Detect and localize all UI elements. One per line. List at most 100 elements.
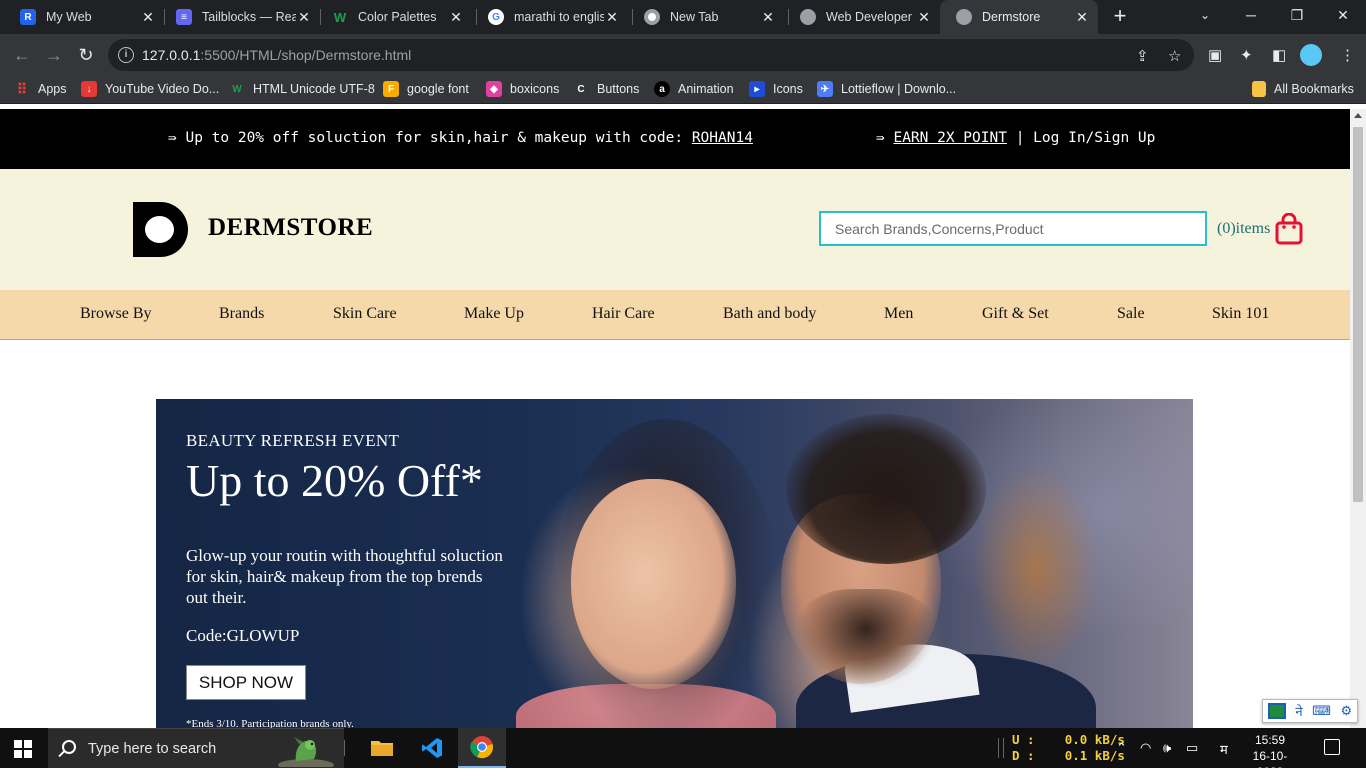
bookmark-item[interactable]: F google font (383, 81, 469, 97)
chrome-taskbar-icon[interactable] (458, 728, 506, 768)
input-tool-icon[interactable] (1267, 703, 1286, 719)
browser-tab[interactable]: New Tab ✕ (628, 0, 784, 34)
scrollbar-thumb[interactable] (1353, 127, 1363, 502)
promo-offer: ⇛ Up to 20% off soluction for skin,hair … (168, 130, 753, 146)
bookmark-item[interactable]: ▸ Icons (749, 81, 803, 97)
chevron-up-icon[interactable]: ⌃ (1116, 740, 1127, 756)
bookmark-item[interactable]: C Buttons (573, 81, 639, 97)
promo-code-link[interactable]: ROHAN14 (692, 130, 753, 146)
address-bar[interactable]: i 127.0.0.1:5500/HTML/shop/Dermstore.htm… (108, 39, 1194, 71)
browser-tab[interactable]: W Color Palettes ✕ (316, 0, 472, 34)
c-icon: C (577, 83, 585, 95)
hero-promo-code: Code:GLOWUP (186, 626, 300, 645)
close-icon[interactable]: ✕ (916, 9, 932, 26)
keyboard-icon[interactable]: ⌨ (1312, 703, 1331, 719)
language-toolbar[interactable]: ने ⌨ ⚙ (1262, 699, 1358, 723)
shop-now-button[interactable]: SHOP NOW (186, 665, 306, 700)
wifi-icon[interactable]: ◠ (1140, 740, 1151, 756)
bookmark-all[interactable]: All Bookmarks (1252, 81, 1354, 97)
tab-search-button[interactable]: ⌄ (1182, 0, 1228, 30)
taskbar-divider (344, 740, 345, 756)
menu-icon[interactable]: ⋮ (1340, 46, 1355, 64)
new-tab-button[interactable]: + (1108, 4, 1132, 28)
side-panel-icon[interactable]: ◧ (1272, 46, 1286, 64)
browser-toolbar: ← → ↻ i 127.0.0.1:5500/HTML/shop/Dermsto… (0, 34, 1366, 76)
cast-icon[interactable]: ▣ (1208, 46, 1222, 64)
battery-icon[interactable]: ▭ (1186, 740, 1198, 756)
back-button[interactable]: ← (10, 43, 34, 67)
login-link[interactable]: Log In/Sign Up (1033, 130, 1155, 146)
hero-banner: BEAUTY REFRESH EVENT Up to 20% Off* Glow… (156, 399, 1193, 728)
close-icon[interactable]: ✕ (604, 9, 620, 26)
taskbar-search[interactable]: Type here to search (48, 728, 344, 768)
cart-count[interactable]: (0)items (1217, 220, 1270, 238)
clock[interactable]: 15:59 16-10-2023 (1240, 732, 1300, 780)
reload-button[interactable]: ↻ (74, 43, 98, 67)
nav-browse-by[interactable]: Browse By (80, 305, 152, 323)
bookmark-item[interactable]: ◆ boxicons (486, 81, 559, 97)
forward-button[interactable]: → (42, 43, 66, 67)
bookmark-item[interactable]: ✈ Lottieflow | Downlo... (817, 81, 956, 97)
browser-tab[interactable]: G marathi to englis ✕ (472, 0, 628, 34)
bookmark-star-icon[interactable]: ☆ (1168, 47, 1181, 65)
url-path: :5500/HTML/shop/Dermstore.html (200, 47, 412, 63)
dermstore-logo-icon[interactable] (133, 202, 188, 257)
nav-make-up[interactable]: Make Up (464, 305, 524, 323)
close-icon[interactable]: ✕ (448, 9, 464, 26)
notification-icon[interactable] (1324, 739, 1340, 755)
url-host: 127.0.0.1 (142, 47, 201, 63)
site-info-icon[interactable]: i (118, 47, 134, 63)
nav-bath-and-body[interactable]: Bath and body (723, 305, 816, 323)
network-speed-meter: U : 0.0 kB/s D : 0.1 kB/s (1012, 732, 1125, 764)
hindi-keyboard-icon[interactable]: ने (1295, 702, 1302, 720)
minimize-button[interactable]: ─ (1228, 0, 1274, 30)
nav-brands[interactable]: Brands (219, 305, 264, 323)
shopping-bag-icon[interactable] (1275, 213, 1303, 245)
nav-sale[interactable]: Sale (1117, 305, 1145, 323)
settings-gear-icon[interactable]: ⚙ (1341, 703, 1353, 719)
nav-skin-101[interactable]: Skin 101 (1212, 305, 1269, 323)
bookmark-item[interactable]: W HTML Unicode UTF-8 (229, 81, 375, 97)
arrow-icon: ⇛ (876, 130, 885, 146)
vscode-icon[interactable] (408, 728, 456, 768)
nav-hair-care[interactable]: Hair Care (592, 305, 655, 323)
close-icon[interactable]: ✕ (140, 9, 156, 26)
windows-start-icon[interactable] (14, 740, 32, 758)
bookmark-label: Buttons (597, 82, 640, 96)
nav-gift-set[interactable]: Gift & Set (982, 305, 1049, 323)
nav-men[interactable]: Men (884, 305, 913, 323)
apps-grid-icon: ⠿ (16, 80, 28, 97)
youtube-download-icon: ↓ (81, 81, 97, 97)
tab-title: My Web (46, 10, 92, 24)
clock-time: 15:59 (1254, 733, 1286, 747)
browser-tab-strip: R My Web ✕ ≡ Tailblocks — Rea ✕ W Color … (0, 0, 1366, 34)
w-icon: W (333, 9, 347, 25)
close-icon[interactable]: ✕ (1074, 9, 1090, 26)
brand-name[interactable]: DERMSTORE (208, 214, 373, 242)
browser-tab[interactable]: R My Web ✕ (4, 0, 164, 34)
volume-icon[interactable]: 🕪 (1163, 740, 1171, 756)
bookmark-item[interactable]: a Animation (654, 81, 734, 97)
nav-skin-care[interactable]: Skin Care (333, 305, 397, 323)
scroll-up-arrow-icon[interactable] (1354, 113, 1362, 118)
search-input[interactable] (819, 211, 1207, 246)
bookmark-apps[interactable]: ⠿ Apps (14, 81, 67, 97)
window-close-button[interactable]: ✕ (1320, 0, 1366, 30)
share-icon[interactable]: ⇪ (1136, 47, 1149, 65)
profile-avatar[interactable] (1300, 44, 1322, 66)
hero-image-part (571, 479, 736, 689)
url-text: 127.0.0.1:5500/HTML/shop/Dermstore.html (142, 47, 411, 63)
browser-tab[interactable]: Web Developer ✕ (784, 0, 940, 34)
browser-tab[interactable]: ≡ Tailblocks — Rea ✕ (160, 0, 320, 34)
promo-text: Up to 20% off soluction for skin,hair & … (185, 130, 684, 146)
close-icon[interactable]: ✕ (760, 9, 776, 26)
page-scrollbar[interactable] (1350, 109, 1366, 728)
file-explorer-icon[interactable] (358, 728, 406, 768)
extensions-icon[interactable]: ✦ (1240, 46, 1253, 64)
input-language[interactable]: म (1220, 740, 1228, 758)
restore-button[interactable]: ❐ (1274, 0, 1320, 30)
browser-tab-active[interactable]: Dermstore ✕ (940, 0, 1098, 34)
bookmark-item[interactable]: ↓ YouTube Video Do... (81, 81, 219, 97)
earn-points-link[interactable]: EARN 2X POINT (893, 130, 1007, 146)
close-icon[interactable]: ✕ (296, 9, 312, 26)
